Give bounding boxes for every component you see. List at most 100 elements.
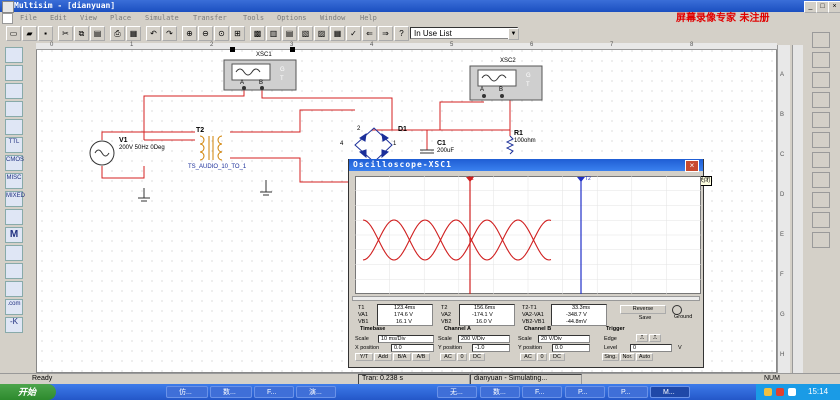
r1-value: 100ohm [514, 138, 536, 144]
t2-time: 156.6ms [474, 305, 496, 311]
diff-label: T2-T1 [522, 305, 537, 311]
channel-a-ypos-field[interactable]: -1.0 [472, 344, 510, 352]
channel-b-ac-button[interactable]: AC [520, 353, 536, 361]
add-button[interactable]: Add [374, 353, 392, 361]
timebase-xpos-field[interactable]: 0.0 [391, 344, 434, 352]
xsc1-t-label: T [280, 76, 284, 82]
v1-spec: 200V 50Hz 0Deg [119, 145, 165, 151]
task-button[interactable]: 仿... [166, 386, 208, 398]
trigger-title: Trigger [606, 326, 625, 332]
clock: 15:14 [808, 387, 829, 396]
save-button[interactable]: Save [632, 315, 658, 324]
d1-pin: 4 [340, 141, 344, 147]
xsc2-b-label: B [499, 87, 504, 93]
channel-b-dc-button[interactable]: DC [549, 353, 565, 361]
t2-model: TS_AUDIO_10_TO_1 [188, 164, 247, 170]
falling-edge-icon[interactable]: ⎍ [649, 334, 661, 342]
yt-button[interactable]: Y/T [355, 353, 373, 361]
channel-a-scale-field[interactable]: 200 V/Div [458, 335, 510, 343]
scope-scrollbar[interactable] [352, 296, 700, 301]
vb1-label: VB1 [358, 319, 369, 325]
taskbar [0, 384, 840, 400]
oscilloscope-title: Oscilloscope-XSC1 [349, 159, 703, 171]
channel-a-ypos-label: Y position [438, 345, 463, 351]
dvb-value: -44.8mV [566, 319, 587, 325]
xsc2-a-label: A [480, 87, 485, 93]
channel-a-dc-button[interactable]: DC [469, 353, 485, 361]
ba-button[interactable]: B/A [393, 353, 411, 361]
channel-b-title: Channel B [524, 326, 552, 332]
xsc1-a-label: A [240, 80, 245, 86]
xsc2-label: XSC2 [500, 58, 516, 64]
dva-value: -348.7 V [566, 312, 587, 318]
channel-b-scale-label: Scale [518, 336, 532, 342]
tray-icon[interactable] [788, 388, 796, 396]
xsc2-t-label: T [526, 82, 530, 88]
d1-pin: 1 [393, 141, 397, 147]
cursor-t1-label: T1 [468, 176, 474, 182]
normal-button[interactable]: Nor. [620, 353, 635, 361]
cursor-t2-label: T2 [585, 176, 591, 182]
auto-button[interactable]: Auto [636, 353, 653, 361]
task-button[interactable]: 数... [480, 386, 520, 398]
xsc1-b-label: B [259, 80, 264, 86]
status-tran: Tran: 0.238 s [362, 375, 403, 382]
d1-pin: 2 [357, 126, 361, 132]
task-button[interactable]: 数... [210, 386, 252, 398]
start-button[interactable]: 开始 [0, 384, 56, 400]
vb2-value: 16.0 V [476, 319, 492, 325]
t2-label: T2 [196, 127, 205, 134]
va1-label: VA1 [358, 312, 368, 318]
d1-label: D1 [398, 126, 407, 133]
channel-b-zero-button[interactable]: 0 [537, 353, 547, 361]
timebase-title: Timebase [360, 326, 386, 332]
timebase-xpos-label: X position [355, 345, 380, 351]
timebase-scale-field[interactable]: 10 ms/Div [378, 335, 434, 343]
tray-icon[interactable] [776, 388, 784, 396]
trigger-edge-label: Edge [604, 336, 617, 342]
tray-icon[interactable] [764, 388, 772, 396]
channel-a-title: Channel A [444, 326, 471, 332]
channel-a-scale-label: Scale [438, 336, 452, 342]
status-num: NUM [764, 375, 780, 382]
vb1-value: 16.1 V [396, 319, 412, 325]
c1-label: C1 [437, 140, 446, 147]
ground-label: Ground [674, 314, 693, 320]
dva-label: VA2-VA1 [522, 312, 544, 318]
task-button[interactable]: M... [650, 386, 690, 398]
task-button[interactable]: P... [608, 386, 648, 398]
task-button[interactable]: 无... [437, 386, 477, 398]
close-icon[interactable]: × [685, 160, 699, 172]
t1-label: T1 [358, 305, 365, 311]
channel-b-ypos-label: Y position [518, 345, 543, 351]
single-button[interactable]: Sing. [602, 353, 619, 361]
status-ready: Ready [32, 375, 53, 382]
trigger-level-field[interactable]: 0 [630, 344, 672, 352]
va2-value: -174.1 V [472, 312, 493, 318]
t2-label: T2 [441, 305, 448, 311]
task-button[interactable]: 演... [296, 386, 336, 398]
task-button[interactable]: P... [565, 386, 605, 398]
reverse-button[interactable]: Reverse [620, 305, 666, 314]
vb2-label: VB2 [441, 319, 452, 325]
rising-edge-icon[interactable]: ⎍ [636, 334, 648, 342]
xsc2-g-label: G [526, 73, 531, 79]
diff-time: 33.3ms [572, 305, 591, 311]
channel-a-zero-button[interactable]: 0 [457, 353, 467, 361]
task-button[interactable]: F... [254, 386, 294, 398]
va2-label: VA2 [441, 312, 451, 318]
t1-time: 123.4ms [394, 305, 416, 311]
scope-traces [355, 176, 701, 294]
c1-value: 200uF [437, 148, 455, 154]
channel-b-scale-field[interactable]: 20 V/Div [538, 335, 590, 343]
task-button[interactable]: F... [522, 386, 562, 398]
trigger-level-label: Level [604, 345, 618, 351]
timebase-scale-label: Scale [355, 336, 369, 342]
xsc1-label: XSC1 [256, 52, 272, 58]
r1-label: R1 [514, 130, 523, 137]
dvb-label: VB2-VB1 [522, 319, 545, 325]
channel-b-ypos-field[interactable]: 0.0 [552, 344, 590, 352]
ab-button[interactable]: A/B [412, 353, 430, 361]
channel-a-ac-button[interactable]: AC [440, 353, 456, 361]
status-sim: dianyuan - Simulating... [474, 375, 548, 382]
